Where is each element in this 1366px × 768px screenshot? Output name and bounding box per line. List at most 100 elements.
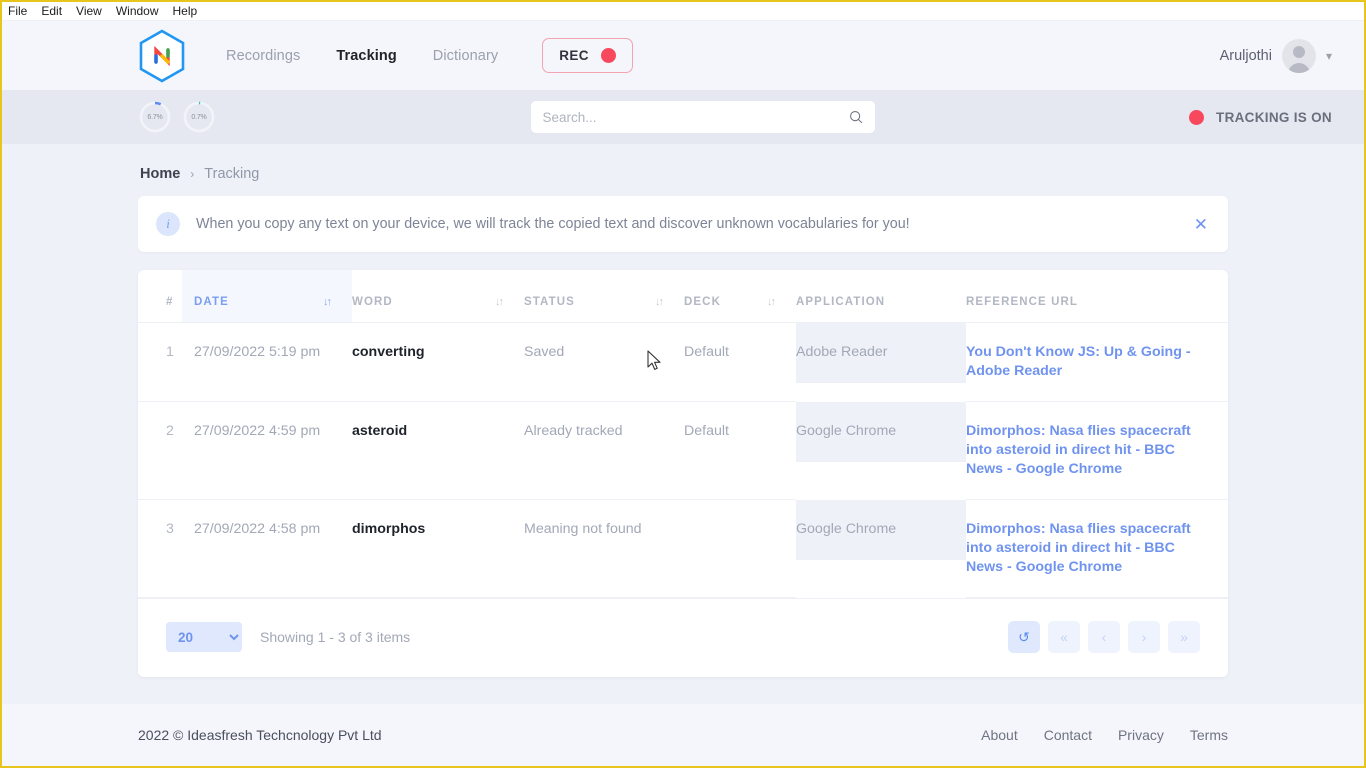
cell-status: Already tracked	[524, 401, 684, 500]
sub-toolbar: 6.7% 0.7% TRACKING	[2, 90, 1364, 144]
menu-item-help[interactable]: Help	[173, 5, 198, 17]
footer-links: About Contact Privacy Terms	[981, 727, 1228, 743]
sort-icon-status[interactable]: ↓↑	[655, 296, 664, 308]
breadcrumb-separator-icon: ›	[190, 167, 195, 181]
cell-word: converting	[352, 322, 524, 402]
breadcrumb-home[interactable]: Home	[140, 166, 180, 182]
sort-icon-date[interactable]: ↓↑	[323, 296, 332, 308]
footer-link-terms[interactable]: Terms	[1190, 727, 1228, 743]
pagination-controls: ↺ « ‹ › »	[1008, 621, 1200, 653]
column-header-num: #	[138, 270, 182, 323]
cell-deck: Default	[684, 322, 796, 402]
next-page-button[interactable]: ›	[1128, 621, 1160, 653]
menu-item-edit[interactable]: Edit	[41, 5, 62, 17]
cell-word: dimorphos	[352, 499, 524, 598]
cell-deck: Default	[684, 401, 796, 500]
column-header-reference-url: REFERENCE URL	[966, 270, 1228, 323]
reference-url-link[interactable]: Dimorphos: Nasa flies spacecraft into as…	[966, 521, 1191, 575]
cell-reference-url: You Don't Know JS: Up & Going - Adobe Re…	[966, 322, 1228, 402]
cell-date: 27/09/2022 5:19 pm	[182, 322, 352, 402]
menu-item-view[interactable]: View	[76, 5, 102, 17]
progress-ring-primary: 6.7%	[138, 100, 172, 134]
column-header-deck-label: DECK	[684, 296, 721, 308]
breadcrumb-current: Tracking	[204, 166, 260, 182]
table-body: 1 27/09/2022 5:19 pm converting Saved De…	[138, 322, 1228, 598]
column-header-date-label: DATE	[194, 296, 229, 308]
cell-application: Google Chrome	[796, 401, 966, 462]
table-row[interactable]: 3 27/09/2022 4:58 pm dimorphos Meaning n…	[138, 499, 1228, 598]
showing-items-label: Showing 1 - 3 of 3 items	[260, 629, 411, 645]
cell-num: 1	[138, 322, 182, 402]
hexagon-logo-icon	[139, 29, 185, 82]
menu-item-window[interactable]: Window	[116, 5, 159, 17]
tracking-status-label: TRACKING IS ON	[1216, 109, 1332, 125]
breadcrumb: Home › Tracking	[138, 144, 1228, 196]
close-icon[interactable]: ✕	[1194, 216, 1208, 233]
last-page-button[interactable]: »	[1168, 621, 1200, 653]
copyright-text: 2022 © Ideasfresh Techcnology Pvt Ltd	[138, 727, 382, 743]
column-header-reference-url-label: REFERENCE URL	[966, 296, 1079, 308]
rec-button-label: REC	[559, 48, 589, 63]
footer-link-contact[interactable]: Contact	[1044, 727, 1092, 743]
nav-link-tracking[interactable]: Tracking	[318, 48, 414, 64]
column-header-num-label: #	[166, 296, 174, 308]
progress-rings: 6.7% 0.7%	[138, 100, 216, 134]
cell-deck	[684, 499, 796, 598]
footer-link-privacy[interactable]: Privacy	[1118, 727, 1164, 743]
menu-item-file[interactable]: File	[8, 5, 27, 17]
column-header-status[interactable]: STATUS ↓↑	[524, 270, 684, 323]
sort-icon-word[interactable]: ↓↑	[495, 296, 504, 308]
app-viewport: Recordings Tracking Dictionary REC Arulj…	[2, 21, 1364, 766]
search-icon[interactable]	[849, 110, 863, 124]
tracking-table-card: # DATE ↓↑ WORD ↓↑ STATUS ↓↑ DECK ↓↑ APPL…	[138, 270, 1228, 677]
table-row[interactable]: 1 27/09/2022 5:19 pm converting Saved De…	[138, 322, 1228, 402]
progress-ring-secondary: 0.7%	[182, 100, 216, 134]
progress-ring-secondary-value: 0.7%	[191, 113, 207, 121]
footer-link-about[interactable]: About	[981, 727, 1018, 743]
top-navigation-bar: Recordings Tracking Dictionary REC Arulj…	[2, 21, 1364, 90]
info-banner: i When you copy any text on your device,…	[138, 196, 1228, 252]
info-banner-text: When you copy any text on your device, w…	[196, 216, 910, 232]
cell-application: Google Chrome	[796, 499, 966, 560]
cell-date: 27/09/2022 4:59 pm	[182, 401, 352, 500]
primary-nav: Recordings Tracking Dictionary	[208, 48, 516, 64]
cell-date: 27/09/2022 4:58 pm	[182, 499, 352, 598]
application-window: File Edit View Window Help Recordings Tr…	[0, 0, 1366, 768]
column-header-status-label: STATUS	[524, 296, 575, 308]
cell-status: Meaning not found	[524, 499, 684, 598]
cell-status: Saved	[524, 322, 684, 402]
table-row[interactable]: 2 27/09/2022 4:59 pm asteroid Already tr…	[138, 401, 1228, 500]
sort-icon-deck[interactable]: ↓↑	[767, 296, 776, 308]
cell-num: 3	[138, 499, 182, 598]
chevron-down-icon[interactable]: ▾	[1326, 49, 1332, 63]
reference-url-link[interactable]: You Don't Know JS: Up & Going - Adobe Re…	[966, 344, 1191, 379]
first-page-button[interactable]: «	[1048, 621, 1080, 653]
rec-button[interactable]: REC	[542, 38, 633, 73]
column-header-application-label: APPLICATION	[796, 296, 886, 308]
search-box[interactable]	[530, 101, 875, 133]
tracking-status: TRACKING IS ON	[1189, 109, 1332, 125]
progress-ring-primary-value: 6.7%	[147, 113, 163, 121]
page-size-select[interactable]: 20 50 100	[166, 622, 242, 652]
main-content: Home › Tracking i When you copy any text…	[2, 144, 1364, 704]
column-header-date[interactable]: DATE ↓↑	[182, 270, 352, 323]
nav-link-dictionary[interactable]: Dictionary	[415, 48, 516, 64]
search-input[interactable]	[542, 109, 849, 125]
table-footer: 20 50 100 Showing 1 - 3 of 3 items ↺ « ‹…	[138, 598, 1228, 677]
cell-reference-url: Dimorphos: Nasa flies spacecraft into as…	[966, 401, 1228, 500]
prev-page-button[interactable]: ‹	[1088, 621, 1120, 653]
reference-url-link[interactable]: Dimorphos: Nasa flies spacecraft into as…	[966, 423, 1191, 477]
cell-application: Adobe Reader	[796, 323, 966, 383]
nav-link-recordings[interactable]: Recordings	[208, 48, 318, 64]
record-dot-icon	[600, 48, 616, 63]
info-icon: i	[156, 212, 180, 236]
app-logo[interactable]	[138, 29, 186, 83]
cell-reference-url: Dimorphos: Nasa flies spacecraft into as…	[966, 499, 1228, 598]
column-header-deck[interactable]: DECK ↓↑	[684, 270, 796, 323]
page-footer: 2022 © Ideasfresh Techcnology Pvt Ltd Ab…	[2, 704, 1364, 766]
refresh-button[interactable]: ↺	[1008, 621, 1040, 653]
column-header-word[interactable]: WORD ↓↑	[352, 270, 524, 323]
column-header-application: APPLICATION	[796, 270, 966, 323]
user-menu[interactable]: Aruljothi ▾	[1220, 38, 1332, 73]
cell-num: 2	[138, 401, 182, 500]
